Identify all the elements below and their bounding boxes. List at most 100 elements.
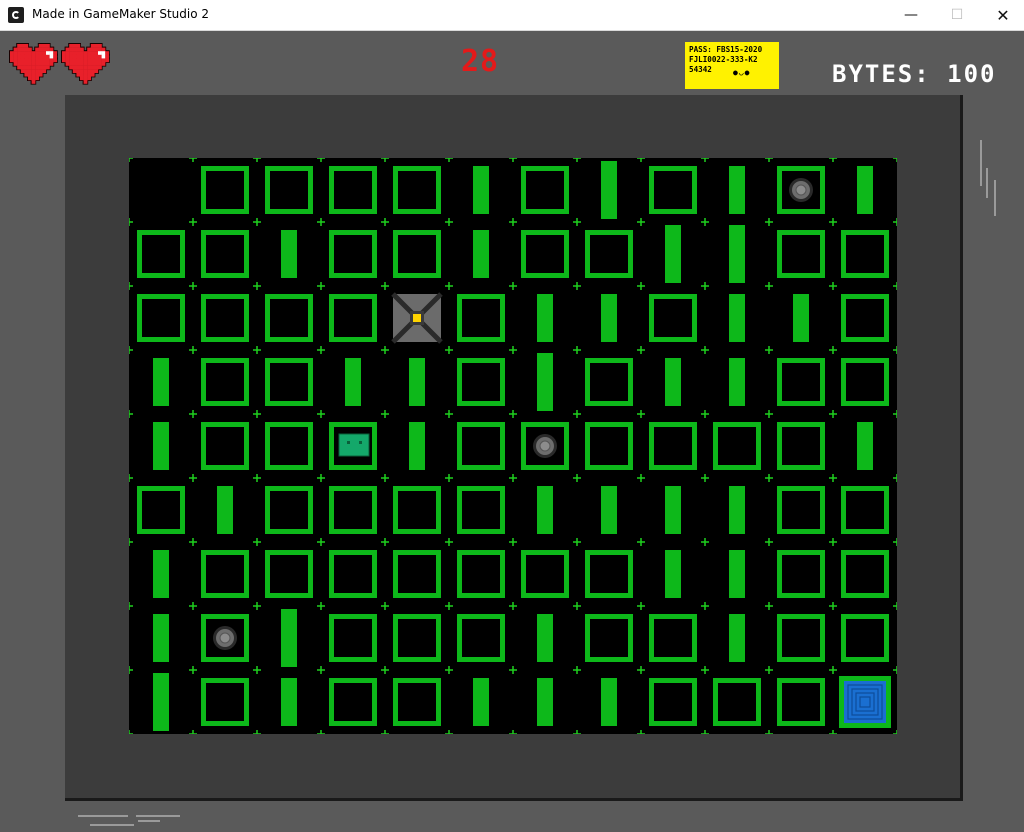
wall-box bbox=[521, 230, 569, 278]
wall-box bbox=[201, 422, 249, 470]
wall-box bbox=[329, 678, 377, 726]
wall-box bbox=[457, 614, 505, 662]
tall-pillar bbox=[281, 609, 297, 667]
wall-box bbox=[841, 550, 889, 598]
wall-box bbox=[201, 678, 249, 726]
wall-box bbox=[137, 294, 185, 342]
short-pillar bbox=[473, 166, 489, 214]
short-pillar bbox=[729, 294, 745, 342]
exit-portal[interactable] bbox=[839, 676, 891, 728]
wall-box bbox=[137, 230, 185, 278]
wall-box bbox=[777, 678, 825, 726]
wall-box bbox=[841, 230, 889, 278]
heart-icon bbox=[9, 43, 58, 85]
short-pillar bbox=[281, 678, 297, 726]
short-pillar bbox=[601, 486, 617, 534]
board-canvas bbox=[129, 158, 897, 734]
wall-box bbox=[713, 422, 761, 470]
short-pillar bbox=[537, 486, 553, 534]
short-pillar bbox=[409, 358, 425, 406]
wall-box bbox=[521, 166, 569, 214]
wall-box bbox=[777, 422, 825, 470]
wall-box bbox=[393, 230, 441, 278]
wall-box bbox=[393, 486, 441, 534]
short-pillar bbox=[153, 358, 169, 406]
game-board[interactable] bbox=[129, 158, 897, 734]
short-pillar bbox=[729, 358, 745, 406]
wall-box bbox=[201, 230, 249, 278]
short-pillar bbox=[729, 486, 745, 534]
wall-box bbox=[777, 358, 825, 406]
short-pillar bbox=[601, 294, 617, 342]
short-pillar bbox=[473, 230, 489, 278]
tall-pillar bbox=[601, 161, 617, 219]
scratch-marks-bottom bbox=[78, 815, 180, 826]
short-pillar bbox=[281, 230, 297, 278]
wall-box bbox=[841, 294, 889, 342]
data-disc-item[interactable] bbox=[777, 166, 825, 214]
note-line-3: 54342 bbox=[689, 65, 712, 74]
wall-box bbox=[265, 294, 313, 342]
short-pillar bbox=[665, 550, 681, 598]
short-pillar bbox=[217, 486, 233, 534]
data-disc-item[interactable] bbox=[201, 614, 249, 662]
short-pillar bbox=[793, 294, 809, 342]
wall-box bbox=[649, 678, 697, 726]
tall-pillar bbox=[153, 673, 169, 731]
wall-box bbox=[265, 358, 313, 406]
short-pillar bbox=[153, 550, 169, 598]
tall-pillar bbox=[729, 225, 745, 283]
wall-box bbox=[393, 614, 441, 662]
wall-box bbox=[777, 550, 825, 598]
short-pillar bbox=[473, 678, 489, 726]
wall-box bbox=[841, 486, 889, 534]
short-pillar bbox=[537, 614, 553, 662]
wall-box bbox=[201, 294, 249, 342]
wall-box bbox=[457, 486, 505, 534]
window-titlebar: Made in GameMaker Studio 2 — ☐ ✕ bbox=[0, 0, 1024, 31]
data-disc-item[interactable] bbox=[521, 422, 569, 470]
minimize-button[interactable]: — bbox=[888, 0, 934, 30]
short-pillar bbox=[537, 294, 553, 342]
wall-box bbox=[201, 550, 249, 598]
short-pillar bbox=[537, 678, 553, 726]
note-symbols: ●◡● bbox=[733, 68, 751, 77]
wall-box bbox=[329, 166, 377, 214]
wall-box bbox=[649, 422, 697, 470]
lives-hearts bbox=[9, 43, 110, 85]
short-pillar bbox=[153, 422, 169, 470]
maximize-button[interactable]: ☐ bbox=[934, 0, 980, 30]
tall-pillar bbox=[665, 225, 681, 283]
player-sprite[interactable] bbox=[391, 292, 443, 344]
wall-box bbox=[265, 550, 313, 598]
short-pillar bbox=[665, 486, 681, 534]
wall-box bbox=[585, 614, 633, 662]
wall-box bbox=[329, 294, 377, 342]
wall-box bbox=[649, 166, 697, 214]
wall-box bbox=[393, 166, 441, 214]
wall-box bbox=[137, 486, 185, 534]
chest-item[interactable] bbox=[329, 422, 377, 470]
wall-box bbox=[585, 230, 633, 278]
wall-box bbox=[713, 678, 761, 726]
heart-icon bbox=[61, 43, 110, 85]
wall-box bbox=[585, 422, 633, 470]
short-pillar bbox=[729, 166, 745, 214]
wall-box bbox=[265, 422, 313, 470]
bytes-score: BYTES: 100 bbox=[832, 60, 997, 88]
wall-box bbox=[201, 166, 249, 214]
short-pillar bbox=[345, 358, 361, 406]
wall-box bbox=[329, 486, 377, 534]
wall-box bbox=[649, 294, 697, 342]
wall-box bbox=[457, 294, 505, 342]
short-pillar bbox=[409, 422, 425, 470]
wall-box bbox=[457, 550, 505, 598]
close-button[interactable]: ✕ bbox=[980, 0, 1024, 30]
wall-box bbox=[329, 614, 377, 662]
wall-box bbox=[201, 358, 249, 406]
timer-counter: 28 bbox=[460, 44, 500, 79]
wall-box bbox=[457, 358, 505, 406]
wall-box bbox=[329, 230, 377, 278]
wall-box bbox=[585, 550, 633, 598]
wall-box bbox=[521, 550, 569, 598]
